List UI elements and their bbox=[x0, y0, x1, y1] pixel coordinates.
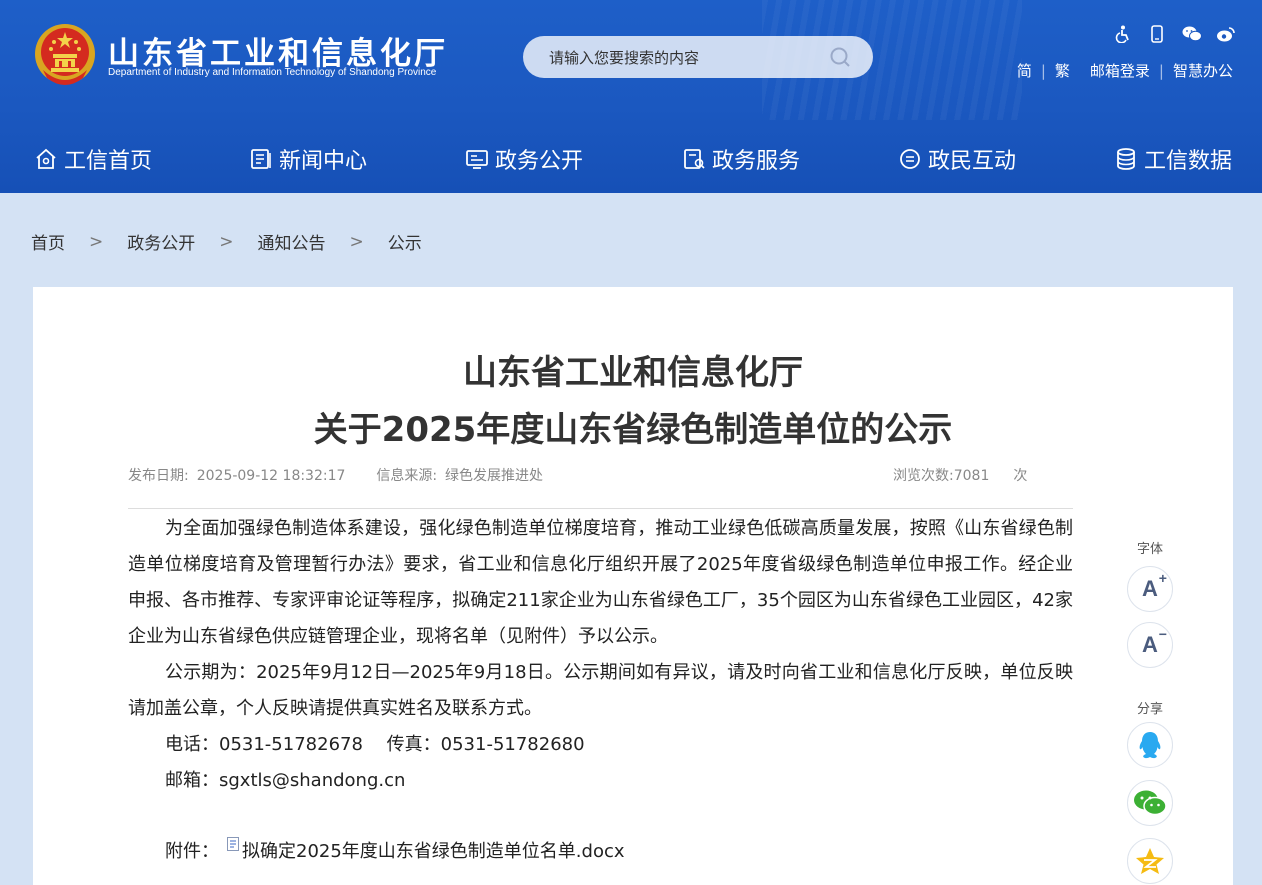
share-wechat-button[interactable] bbox=[1127, 780, 1173, 826]
contact-email: 邮箱：sgxtls@shandong.cn bbox=[165, 770, 406, 791]
national-emblem-icon bbox=[35, 24, 95, 85]
font-decrease-button[interactable]: A − bbox=[1127, 622, 1173, 668]
breadcrumb-separator: > bbox=[219, 231, 234, 252]
news-icon bbox=[251, 149, 271, 169]
paragraph-period: 公示期为：2025年9月12日—2025年9月18日。公示期间如有异议，请及时向… bbox=[128, 662, 1073, 719]
font-decrease-icon: A − bbox=[1142, 626, 1167, 657]
views-value: 7081 bbox=[953, 468, 990, 484]
site-subtitle: Department of Industry and Information T… bbox=[108, 67, 437, 78]
font-increase-button[interactable]: A + bbox=[1127, 566, 1173, 612]
mobile-icon[interactable] bbox=[1148, 25, 1166, 43]
main-nav: 工信首页 新闻中心 政务公开 政务服务 政民互动 工信数据 bbox=[0, 121, 1262, 193]
attachment: 附件： 拟确定2025年度山东省绿色制造单位名单.docx bbox=[165, 837, 625, 863]
search-input[interactable] bbox=[547, 46, 831, 70]
breadcrumb-separator: > bbox=[89, 231, 104, 252]
top-links: 简 | 繁 邮箱登录 | 智慧办公 bbox=[1017, 60, 1233, 81]
search-icon[interactable] bbox=[829, 46, 851, 68]
publish-date: 2025-09-12 18:32:17 bbox=[196, 468, 346, 484]
publish-date-label: 发布日期: bbox=[128, 468, 189, 484]
source-value: 绿色发展推进处 bbox=[445, 468, 544, 484]
divider: | bbox=[1040, 61, 1046, 80]
utility-icons bbox=[1114, 25, 1235, 44]
attachment-label: 附件： bbox=[165, 841, 219, 862]
nav-interaction[interactable]: 政民互动 bbox=[898, 143, 1016, 175]
article-title-line2: 关于2025年度山东省绿色制造单位的公示 bbox=[313, 410, 953, 450]
doc-file-icon bbox=[227, 837, 239, 851]
breadcrumb-gov-affairs[interactable]: 政务公开 bbox=[127, 229, 195, 254]
gov-affairs-icon bbox=[466, 150, 488, 169]
nav-label: 新闻中心 bbox=[279, 149, 368, 174]
breadcrumb-current[interactable]: 公示 bbox=[388, 229, 422, 254]
site-header: 山东省工业和信息化厅 Department of Industry and In… bbox=[0, 0, 1262, 193]
font-increase-icon: A + bbox=[1142, 570, 1167, 601]
database-icon bbox=[1117, 148, 1135, 170]
article-body: 为全面加强绿色制造体系建设，强化绿色制造单位梯度培育，推动工业绿色低碳高质量发展… bbox=[128, 511, 1073, 799]
wechat-icon[interactable] bbox=[1182, 25, 1202, 43]
views-label: 浏览次数: bbox=[893, 468, 954, 484]
service-icon bbox=[684, 149, 705, 169]
nav-news[interactable]: 新闻中心 bbox=[249, 143, 367, 175]
share-qq-button[interactable] bbox=[1127, 722, 1173, 768]
nav-service[interactable]: 政务服务 bbox=[682, 143, 800, 175]
breadcrumb-separator: > bbox=[349, 231, 364, 252]
simplified-link[interactable]: 简 bbox=[1017, 60, 1032, 81]
divider bbox=[128, 508, 1073, 509]
contact-phone: 电话：0531-51782678 传真：0531-51782680 bbox=[165, 734, 585, 755]
paragraph-intro: 为全面加强绿色制造体系建设，强化绿色制造单位梯度培育，推动工业绿色低碳高质量发展… bbox=[128, 518, 1073, 647]
article-title-line1: 山东省工业和信息化厅 bbox=[463, 353, 803, 393]
article-panel: 山东省工业和信息化厅 关于2025年度山东省绿色制造单位的公示 发布日期: 202… bbox=[33, 287, 1233, 885]
nav-gov-affairs[interactable]: 政务公开 bbox=[465, 143, 583, 175]
nav-label: 政务公开 bbox=[495, 149, 584, 174]
search-box bbox=[523, 36, 873, 78]
share-label: 分享 bbox=[1136, 702, 1163, 717]
font-size-label: 字体 bbox=[1136, 542, 1163, 557]
nav-home[interactable]: 工信首页 bbox=[34, 143, 152, 175]
attachment-link[interactable]: 拟确定2025年度山东省绿色制造单位名单.docx bbox=[242, 837, 625, 863]
article-meta: 发布日期: 2025-09-12 18:32:17 信息来源: 绿色发展推进处 bbox=[128, 465, 543, 485]
nav-data[interactable]: 工信数据 bbox=[1114, 143, 1232, 175]
breadcrumb: 首页 > 政务公开 > 通知公告 > 公示 bbox=[31, 229, 422, 255]
weibo-icon[interactable] bbox=[1216, 25, 1235, 43]
interaction-icon bbox=[900, 149, 920, 169]
mail-login-link[interactable]: 邮箱登录 bbox=[1090, 60, 1150, 81]
views-unit: 次 bbox=[1013, 468, 1028, 484]
nav-label: 政务服务 bbox=[712, 149, 801, 174]
nav-label: 工信首页 bbox=[64, 149, 153, 174]
accessibility-icon[interactable] bbox=[1114, 25, 1132, 44]
source-label: 信息来源: bbox=[376, 468, 438, 484]
divider: | bbox=[1158, 61, 1164, 80]
smart-office-link[interactable]: 智慧办公 bbox=[1173, 60, 1233, 81]
wechat-share-icon bbox=[1134, 790, 1167, 816]
side-toolbar: 字体 A + A − 分享 bbox=[1127, 538, 1173, 884]
nav-label: 政民互动 bbox=[928, 149, 1017, 174]
share-qzone-button[interactable] bbox=[1127, 838, 1173, 884]
qq-icon bbox=[1139, 732, 1161, 759]
traditional-link[interactable]: 繁 bbox=[1055, 60, 1070, 81]
home-icon bbox=[36, 148, 56, 169]
breadcrumb-home[interactable]: 首页 bbox=[31, 229, 65, 254]
qzone-icon bbox=[1136, 848, 1164, 874]
view-count: 浏览次数:7081 次 bbox=[893, 465, 1027, 485]
breadcrumb-notices[interactable]: 通知公告 bbox=[258, 229, 326, 254]
nav-label: 工信数据 bbox=[1144, 149, 1233, 174]
